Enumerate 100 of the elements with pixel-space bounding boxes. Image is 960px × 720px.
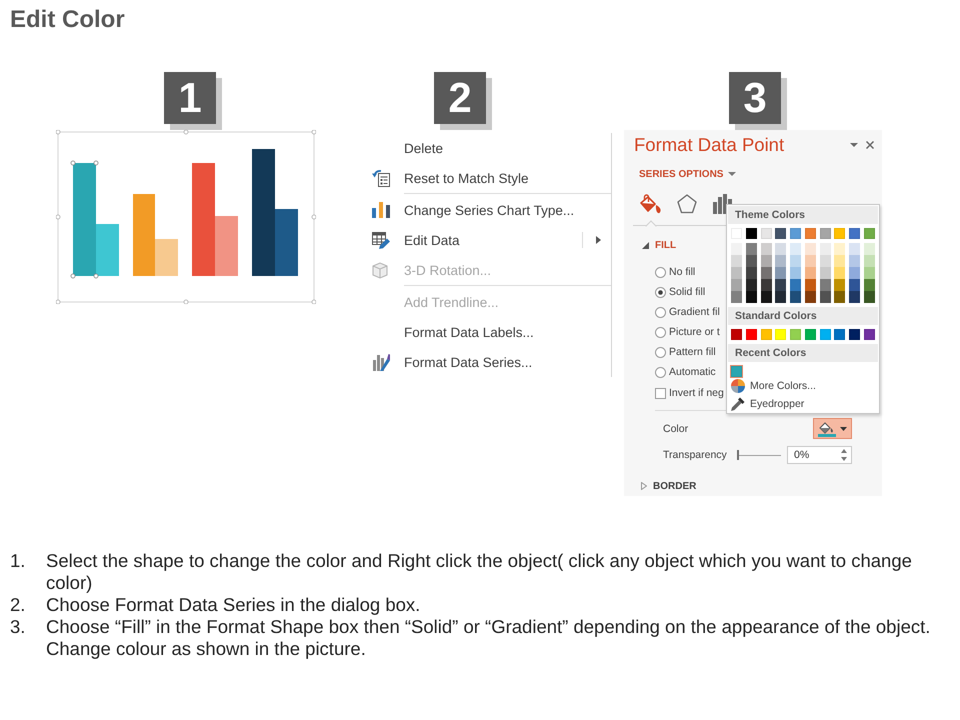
swatch-icon[interactable] [834, 255, 846, 267]
swatch-icon[interactable] [760, 255, 772, 267]
fill-option[interactable]: Pattern fill [655, 342, 716, 362]
swatch-icon[interactable] [820, 291, 831, 303]
swatch-icon[interactable] [804, 267, 816, 279]
swatch-icon[interactable] [849, 267, 860, 279]
swatch-icon[interactable] [864, 267, 875, 279]
swatch-icon[interactable] [760, 267, 772, 279]
swatch-icon[interactable] [746, 243, 757, 255]
transparency-field[interactable]: 0% [787, 446, 852, 464]
fill-option[interactable]: Solid fill [655, 282, 706, 302]
resize-handle-icon[interactable] [184, 300, 188, 304]
radio-icon[interactable] [655, 266, 666, 278]
section-header[interactable]: BORDER [641, 478, 696, 494]
swatch-icon[interactable] [775, 267, 786, 279]
swatch-icon[interactable] [746, 329, 757, 340]
radio-icon[interactable] [655, 326, 666, 338]
swatch-icon[interactable] [760, 329, 772, 340]
resize-handle-icon[interactable] [56, 130, 60, 134]
fill-color-button[interactable] [813, 418, 852, 439]
swatch-icon[interactable] [834, 228, 846, 239]
swatch-icon[interactable] [790, 279, 802, 291]
swatch-icon[interactable] [804, 291, 816, 303]
swatch-icon[interactable] [864, 329, 875, 340]
swatch-icon[interactable] [790, 329, 802, 340]
series-options-dropdown[interactable]: SERIES OPTIONS [639, 166, 736, 182]
swatch-icon[interactable] [834, 267, 846, 279]
selection-handle-icon[interactable] [70, 160, 76, 166]
swatch-icon[interactable] [746, 279, 757, 291]
swatch-icon[interactable] [731, 329, 742, 340]
radio-icon[interactable] [655, 346, 666, 358]
checkbox-icon[interactable] [655, 388, 666, 398]
swatch-icon[interactable] [864, 291, 875, 303]
spinner-icon[interactable] [841, 449, 847, 461]
resize-handle-icon[interactable] [56, 300, 60, 304]
fill-option[interactable]: Picture or t [655, 322, 720, 342]
swatch-icon[interactable] [731, 366, 742, 377]
swatch-icon[interactable] [804, 228, 816, 239]
swatch-icon[interactable] [804, 243, 816, 255]
swatch-icon[interactable] [760, 279, 772, 291]
more-colors-item[interactable]: More Colors... [727, 377, 879, 395]
fill-option[interactable]: Gradient fil [655, 302, 720, 322]
resize-handle-icon[interactable] [56, 214, 60, 220]
swatch-icon[interactable] [790, 228, 802, 239]
swatch-icon[interactable] [820, 228, 831, 239]
swatch-icon[interactable] [820, 255, 831, 267]
swatch-icon[interactable] [775, 329, 786, 340]
fill-option[interactable]: Automatic [655, 362, 716, 382]
swatch-icon[interactable] [849, 329, 860, 340]
radio-icon[interactable] [655, 286, 666, 298]
swatch-icon[interactable] [731, 267, 742, 279]
swatch-icon[interactable] [820, 279, 831, 291]
swatch-icon[interactable] [731, 255, 742, 267]
swatch-icon[interactable] [790, 267, 802, 279]
radio-icon[interactable] [655, 366, 666, 378]
swatch-icon[interactable] [834, 279, 846, 291]
swatch-icon[interactable] [820, 329, 831, 340]
dropdown-caret-icon[interactable] [850, 143, 858, 147]
swatch-icon[interactable] [834, 329, 846, 340]
swatch-icon[interactable] [804, 255, 816, 267]
swatch-icon[interactable] [775, 243, 786, 255]
swatch-icon[interactable] [834, 243, 846, 255]
swatch-icon[interactable] [820, 267, 831, 279]
resize-handle-icon[interactable] [184, 130, 188, 134]
resize-handle-icon[interactable] [312, 214, 316, 220]
eyedropper-item[interactable]: Eyedropper [727, 395, 879, 413]
selection-handle-icon[interactable] [94, 274, 98, 278]
swatch-icon[interactable] [790, 243, 802, 255]
swatch-icon[interactable] [746, 267, 757, 279]
swatch-icon[interactable] [746, 228, 757, 239]
resize-handle-icon[interactable] [312, 130, 316, 134]
swatch-icon[interactable] [790, 255, 802, 267]
swatch-icon[interactable] [775, 279, 786, 291]
fill-option[interactable]: No fill [655, 262, 696, 282]
menu-item[interactable]: Reset to Match Style [366, 163, 611, 193]
selection-handle-icon[interactable] [70, 274, 76, 278]
swatch-icon[interactable] [849, 279, 860, 291]
resize-handle-icon[interactable] [312, 300, 316, 304]
swatch-icon[interactable] [731, 291, 742, 303]
swatch-icon[interactable] [775, 255, 786, 267]
close-icon[interactable] [866, 141, 874, 149]
swatch-icon[interactable] [864, 279, 875, 291]
swatch-icon[interactable] [834, 291, 846, 303]
swatch-icon[interactable] [775, 228, 786, 239]
swatch-icon[interactable] [746, 255, 757, 267]
swatch-icon[interactable] [820, 243, 831, 255]
swatch-icon[interactable] [804, 279, 816, 291]
swatch-icon[interactable] [864, 228, 875, 239]
swatch-icon[interactable] [864, 255, 875, 267]
invert-option[interactable]: Invert if neg [655, 384, 724, 402]
menu-item[interactable]: Format Data Series... [366, 347, 611, 377]
swatch-icon[interactable] [760, 291, 772, 303]
menu-item[interactable]: Edit Data [366, 225, 611, 255]
swatch-icon[interactable] [849, 228, 860, 239]
swatch-icon[interactable] [790, 291, 802, 303]
menu-item[interactable]: Delete [366, 133, 611, 163]
radio-icon[interactable] [655, 306, 666, 318]
swatch-icon[interactable] [849, 291, 860, 303]
swatch-icon[interactable] [849, 255, 860, 267]
swatch-icon[interactable] [746, 291, 757, 303]
